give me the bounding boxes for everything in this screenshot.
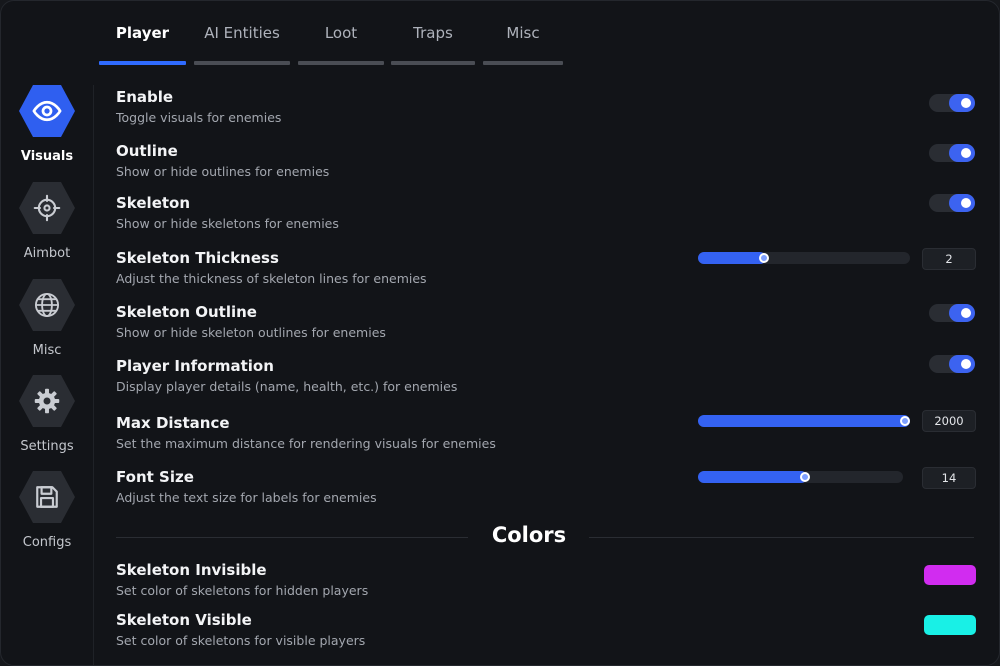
- setting-enable: Enable Toggle visuals for enemies: [116, 87, 976, 127]
- setting-description: Adjust the thickness of skeleton lines f…: [116, 271, 427, 286]
- setting-outline: Outline Show or hide outlines for enemie…: [116, 141, 976, 181]
- setting-player-information: Player Information Display player detail…: [116, 355, 976, 396]
- slider-thumb[interactable]: [759, 253, 769, 263]
- setting-max-distance: Max Distance Set the maximum distance fo…: [116, 410, 976, 453]
- sidebar-item-aimbot[interactable]: Aimbot: [1, 182, 93, 274]
- tab-label: Player: [115, 24, 170, 42]
- floppy-disk-icon: [19, 471, 75, 523]
- toggle-knob: [961, 148, 971, 158]
- skeleton-invisible-color-swatch[interactable]: [924, 565, 976, 585]
- eye-icon: [19, 85, 75, 137]
- sidebar-item-label: Settings: [20, 439, 74, 454]
- max-distance-value[interactable]: 2000: [922, 410, 976, 432]
- setting-description: Set the maximum distance for rendering v…: [116, 436, 496, 451]
- font-size-slider[interactable]: [698, 471, 903, 483]
- tab-indicator: [298, 61, 384, 65]
- setting-title: Skeleton Invisible: [116, 561, 267, 579]
- setting-skeleton-thickness: Skeleton Thickness Adjust the thickness …: [116, 248, 976, 288]
- setting-title: Player Information: [116, 357, 274, 375]
- toggle-knob: [961, 198, 971, 208]
- tab-player[interactable]: Player: [99, 1, 186, 65]
- tab-indicator: [391, 61, 475, 65]
- tab-indicator: [99, 61, 186, 65]
- setting-title: Outline: [116, 142, 178, 160]
- slider-fill: [698, 471, 807, 483]
- setting-description: Show or hide skeleton outlines for enemi…: [116, 325, 386, 340]
- setting-skeleton-visible: Skeleton Visible Set color of skeletons …: [116, 610, 976, 650]
- setting-skeleton-outline: Skeleton Outline Show or hide skeleton o…: [116, 302, 976, 342]
- sidebar-item-settings[interactable]: Settings: [1, 375, 93, 467]
- setting-description: Adjust the text size for labels for enem…: [116, 490, 377, 505]
- sidebar-item-misc[interactable]: Misc: [1, 279, 93, 371]
- setting-font-size: Font Size Adjust the text size for label…: [116, 467, 976, 507]
- crosshair-icon: [19, 182, 75, 234]
- player-information-toggle[interactable]: [929, 355, 975, 373]
- font-size-value[interactable]: 14: [922, 467, 976, 489]
- sidebar-item-label: Aimbot: [23, 246, 71, 261]
- globe-icon: [19, 279, 75, 331]
- setting-description: Display player details (name, health, et…: [116, 379, 458, 394]
- slider-fill: [698, 252, 766, 264]
- tab-label: Loot: [324, 24, 358, 42]
- sidebar-item-label: Visuals: [20, 149, 74, 164]
- tab-ai-entities[interactable]: AI Entities: [194, 1, 290, 65]
- app-window: Player AI Entities Loot Traps Misc Visua…: [0, 0, 1000, 666]
- skeleton-visible-color-swatch[interactable]: [924, 615, 976, 635]
- tab-traps[interactable]: Traps: [391, 1, 475, 65]
- setting-title: Skeleton Visible: [116, 611, 252, 629]
- sidebar-divider: [93, 85, 94, 665]
- tab-label: Traps: [413, 24, 453, 42]
- tab-indicator: [483, 61, 563, 65]
- toggle-knob: [961, 308, 971, 318]
- enable-toggle[interactable]: [929, 94, 975, 112]
- toggle-knob: [961, 359, 971, 369]
- section-divider-right: [589, 537, 974, 538]
- slider-fill: [698, 415, 910, 427]
- setting-description: Set color of skeletons for visible playe…: [116, 633, 366, 648]
- setting-description: Show or hide skeletons for enemies: [116, 216, 339, 231]
- setting-description: Show or hide outlines for enemies: [116, 164, 330, 179]
- skeleton-toggle[interactable]: [929, 194, 975, 212]
- sidebar-item-label: Misc: [32, 343, 62, 358]
- tab-label: Misc: [506, 24, 540, 42]
- tab-misc[interactable]: Misc: [483, 1, 563, 65]
- setting-description: Set color of skeletons for hidden player…: [116, 583, 369, 598]
- setting-description: Toggle visuals for enemies: [116, 110, 282, 125]
- gear-icon: [19, 375, 75, 427]
- toggle-knob: [961, 98, 971, 108]
- setting-title: Enable: [116, 88, 174, 106]
- tab-indicator: [194, 61, 290, 65]
- skeleton-outline-toggle[interactable]: [929, 304, 975, 322]
- skeleton-thickness-value[interactable]: 2: [922, 248, 976, 270]
- tab-loot[interactable]: Loot: [298, 1, 384, 65]
- colors-section-title: Colors: [491, 523, 567, 547]
- sidebar-item-label: Configs: [22, 535, 72, 550]
- max-distance-slider[interactable]: [698, 415, 910, 427]
- slider-thumb[interactable]: [900, 416, 910, 426]
- setting-skeleton: Skeleton Show or hide skeletons for enem…: [116, 193, 976, 233]
- setting-skeleton-invisible: Skeleton Invisible Set color of skeleton…: [116, 560, 976, 600]
- slider-thumb[interactable]: [800, 472, 810, 482]
- outline-toggle[interactable]: [929, 144, 975, 162]
- skeleton-thickness-slider[interactable]: [698, 252, 910, 264]
- section-divider-left: [116, 537, 468, 538]
- tab-label: AI Entities: [204, 24, 280, 42]
- setting-title: Skeleton: [116, 194, 191, 212]
- sidebar-item-visuals[interactable]: Visuals: [1, 85, 93, 177]
- sidebar: Visuals Aimbot Misc Settings Configs: [1, 81, 93, 665]
- setting-title: Skeleton Outline: [116, 303, 257, 321]
- sidebar-item-configs[interactable]: Configs: [1, 471, 93, 563]
